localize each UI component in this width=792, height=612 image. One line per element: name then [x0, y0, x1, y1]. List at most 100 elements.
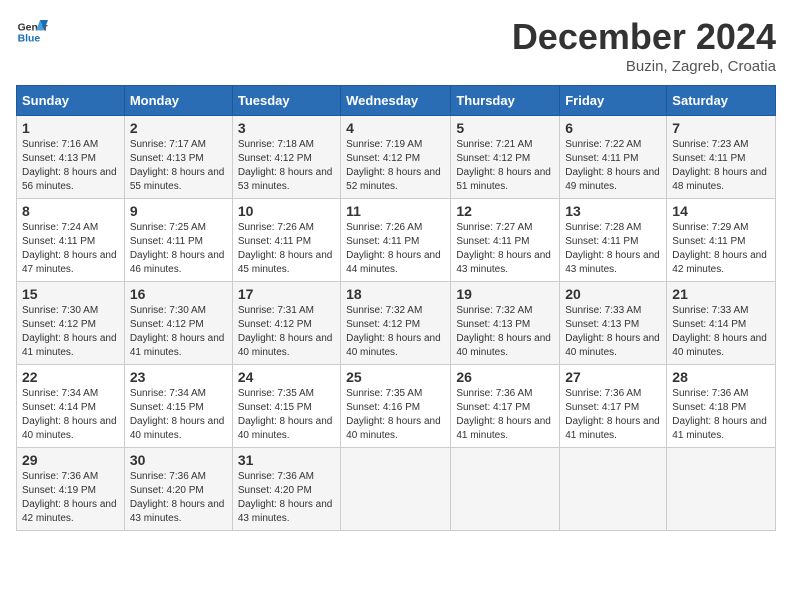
- day-info: Sunrise: 7:23 AMSunset: 4:11 PMDaylight:…: [672, 138, 770, 194]
- calendar-cell: 25 Sunrise: 7:35 AMSunset: 4:16 PMDaylig…: [341, 365, 451, 448]
- day-info: Sunrise: 7:22 AMSunset: 4:11 PMDaylight:…: [565, 138, 661, 194]
- day-number: 1: [22, 120, 119, 136]
- logo: General Blue: [16, 16, 48, 48]
- day-info: Sunrise: 7:31 AMSunset: 4:12 PMDaylight:…: [238, 304, 335, 360]
- day-info: Sunrise: 7:32 AMSunset: 4:12 PMDaylight:…: [346, 304, 445, 360]
- day-number: 7: [672, 120, 770, 136]
- weekday-header: Friday: [560, 86, 667, 116]
- day-info: Sunrise: 7:19 AMSunset: 4:12 PMDaylight:…: [346, 138, 445, 194]
- day-number: 23: [130, 369, 227, 385]
- day-number: 22: [22, 369, 119, 385]
- day-info: Sunrise: 7:26 AMSunset: 4:11 PMDaylight:…: [238, 221, 335, 277]
- day-info: Sunrise: 7:30 AMSunset: 4:12 PMDaylight:…: [22, 304, 119, 360]
- day-info: Sunrise: 7:29 AMSunset: 4:11 PMDaylight:…: [672, 221, 770, 277]
- calendar-cell: 13 Sunrise: 7:28 AMSunset: 4:11 PMDaylig…: [560, 199, 667, 282]
- day-info: Sunrise: 7:35 AMSunset: 4:16 PMDaylight:…: [346, 387, 445, 443]
- day-info: Sunrise: 7:24 AMSunset: 4:11 PMDaylight:…: [22, 221, 119, 277]
- day-number: 28: [672, 369, 770, 385]
- calendar-cell: 5 Sunrise: 7:21 AMSunset: 4:12 PMDayligh…: [451, 116, 560, 199]
- calendar-cell: 3 Sunrise: 7:18 AMSunset: 4:12 PMDayligh…: [232, 116, 340, 199]
- calendar-cell: [560, 448, 667, 531]
- day-number: 8: [22, 203, 119, 219]
- calendar-cell: 18 Sunrise: 7:32 AMSunset: 4:12 PMDaylig…: [341, 282, 451, 365]
- month-title: December 2024: [512, 16, 776, 58]
- day-info: Sunrise: 7:34 AMSunset: 4:15 PMDaylight:…: [130, 387, 227, 443]
- day-number: 6: [565, 120, 661, 136]
- svg-text:Blue: Blue: [18, 34, 41, 45]
- calendar-cell: 7 Sunrise: 7:23 AMSunset: 4:11 PMDayligh…: [667, 116, 776, 199]
- weekday-header: Sunday: [17, 86, 125, 116]
- weekday-header: Thursday: [451, 86, 560, 116]
- day-info: Sunrise: 7:28 AMSunset: 4:11 PMDaylight:…: [565, 221, 661, 277]
- calendar-week-row: 1 Sunrise: 7:16 AMSunset: 4:13 PMDayligh…: [17, 116, 776, 199]
- day-info: Sunrise: 7:32 AMSunset: 4:13 PMDaylight:…: [456, 304, 554, 360]
- day-number: 21: [672, 286, 770, 302]
- calendar-cell: 28 Sunrise: 7:36 AMSunset: 4:18 PMDaylig…: [667, 365, 776, 448]
- calendar-week-row: 22 Sunrise: 7:34 AMSunset: 4:14 PMDaylig…: [17, 365, 776, 448]
- day-number: 5: [456, 120, 554, 136]
- day-number: 14: [672, 203, 770, 219]
- calendar-cell: [667, 448, 776, 531]
- day-number: 26: [456, 369, 554, 385]
- day-info: Sunrise: 7:18 AMSunset: 4:12 PMDaylight:…: [238, 138, 335, 194]
- day-info: Sunrise: 7:36 AMSunset: 4:20 PMDaylight:…: [238, 470, 335, 526]
- day-number: 30: [130, 452, 227, 468]
- calendar-cell: 10 Sunrise: 7:26 AMSunset: 4:11 PMDaylig…: [232, 199, 340, 282]
- calendar-cell: 30 Sunrise: 7:36 AMSunset: 4:20 PMDaylig…: [124, 448, 232, 531]
- calendar-cell: 20 Sunrise: 7:33 AMSunset: 4:13 PMDaylig…: [560, 282, 667, 365]
- calendar-cell: 12 Sunrise: 7:27 AMSunset: 4:11 PMDaylig…: [451, 199, 560, 282]
- calendar-cell: 9 Sunrise: 7:25 AMSunset: 4:11 PMDayligh…: [124, 199, 232, 282]
- calendar-cell: 31 Sunrise: 7:36 AMSunset: 4:20 PMDaylig…: [232, 448, 340, 531]
- weekday-header: Saturday: [667, 86, 776, 116]
- day-number: 3: [238, 120, 335, 136]
- calendar-cell: 2 Sunrise: 7:17 AMSunset: 4:13 PMDayligh…: [124, 116, 232, 199]
- day-info: Sunrise: 7:35 AMSunset: 4:15 PMDaylight:…: [238, 387, 335, 443]
- day-number: 29: [22, 452, 119, 468]
- day-number: 20: [565, 286, 661, 302]
- calendar-body: 1 Sunrise: 7:16 AMSunset: 4:13 PMDayligh…: [17, 116, 776, 531]
- day-info: Sunrise: 7:36 AMSunset: 4:17 PMDaylight:…: [565, 387, 661, 443]
- calendar-cell: 15 Sunrise: 7:30 AMSunset: 4:12 PMDaylig…: [17, 282, 125, 365]
- calendar-cell: 24 Sunrise: 7:35 AMSunset: 4:15 PMDaylig…: [232, 365, 340, 448]
- calendar-week-row: 8 Sunrise: 7:24 AMSunset: 4:11 PMDayligh…: [17, 199, 776, 282]
- day-number: 9: [130, 203, 227, 219]
- calendar-cell: 27 Sunrise: 7:36 AMSunset: 4:17 PMDaylig…: [560, 365, 667, 448]
- calendar-cell: 22 Sunrise: 7:34 AMSunset: 4:14 PMDaylig…: [17, 365, 125, 448]
- day-number: 15: [22, 286, 119, 302]
- day-number: 2: [130, 120, 227, 136]
- day-number: 12: [456, 203, 554, 219]
- calendar-cell: 11 Sunrise: 7:26 AMSunset: 4:11 PMDaylig…: [341, 199, 451, 282]
- calendar-cell: 17 Sunrise: 7:31 AMSunset: 4:12 PMDaylig…: [232, 282, 340, 365]
- weekday-header: Monday: [124, 86, 232, 116]
- page-header: General Blue December 2024 Buzin, Zagreb…: [16, 16, 776, 75]
- calendar-cell: 8 Sunrise: 7:24 AMSunset: 4:11 PMDayligh…: [17, 199, 125, 282]
- day-info: Sunrise: 7:25 AMSunset: 4:11 PMDaylight:…: [130, 221, 227, 277]
- day-number: 11: [346, 203, 445, 219]
- calendar-cell: [451, 448, 560, 531]
- calendar-cell: 14 Sunrise: 7:29 AMSunset: 4:11 PMDaylig…: [667, 199, 776, 282]
- day-number: 27: [565, 369, 661, 385]
- day-info: Sunrise: 7:33 AMSunset: 4:13 PMDaylight:…: [565, 304, 661, 360]
- day-number: 19: [456, 286, 554, 302]
- logo-icon: General Blue: [16, 16, 48, 48]
- calendar-cell: 4 Sunrise: 7:19 AMSunset: 4:12 PMDayligh…: [341, 116, 451, 199]
- calendar-table: SundayMondayTuesdayWednesdayThursdayFrid…: [16, 85, 776, 531]
- day-number: 24: [238, 369, 335, 385]
- day-number: 25: [346, 369, 445, 385]
- calendar-cell: 19 Sunrise: 7:32 AMSunset: 4:13 PMDaylig…: [451, 282, 560, 365]
- calendar-week-row: 15 Sunrise: 7:30 AMSunset: 4:12 PMDaylig…: [17, 282, 776, 365]
- day-info: Sunrise: 7:36 AMSunset: 4:19 PMDaylight:…: [22, 470, 119, 526]
- day-number: 18: [346, 286, 445, 302]
- calendar-cell: 29 Sunrise: 7:36 AMSunset: 4:19 PMDaylig…: [17, 448, 125, 531]
- calendar-cell: 26 Sunrise: 7:36 AMSunset: 4:17 PMDaylig…: [451, 365, 560, 448]
- day-number: 13: [565, 203, 661, 219]
- day-info: Sunrise: 7:17 AMSunset: 4:13 PMDaylight:…: [130, 138, 227, 194]
- day-info: Sunrise: 7:26 AMSunset: 4:11 PMDaylight:…: [346, 221, 445, 277]
- title-block: December 2024 Buzin, Zagreb, Croatia: [512, 16, 776, 75]
- day-info: Sunrise: 7:34 AMSunset: 4:14 PMDaylight:…: [22, 387, 119, 443]
- day-info: Sunrise: 7:27 AMSunset: 4:11 PMDaylight:…: [456, 221, 554, 277]
- calendar-cell: [341, 448, 451, 531]
- day-info: Sunrise: 7:36 AMSunset: 4:20 PMDaylight:…: [130, 470, 227, 526]
- calendar-cell: 16 Sunrise: 7:30 AMSunset: 4:12 PMDaylig…: [124, 282, 232, 365]
- calendar-cell: 6 Sunrise: 7:22 AMSunset: 4:11 PMDayligh…: [560, 116, 667, 199]
